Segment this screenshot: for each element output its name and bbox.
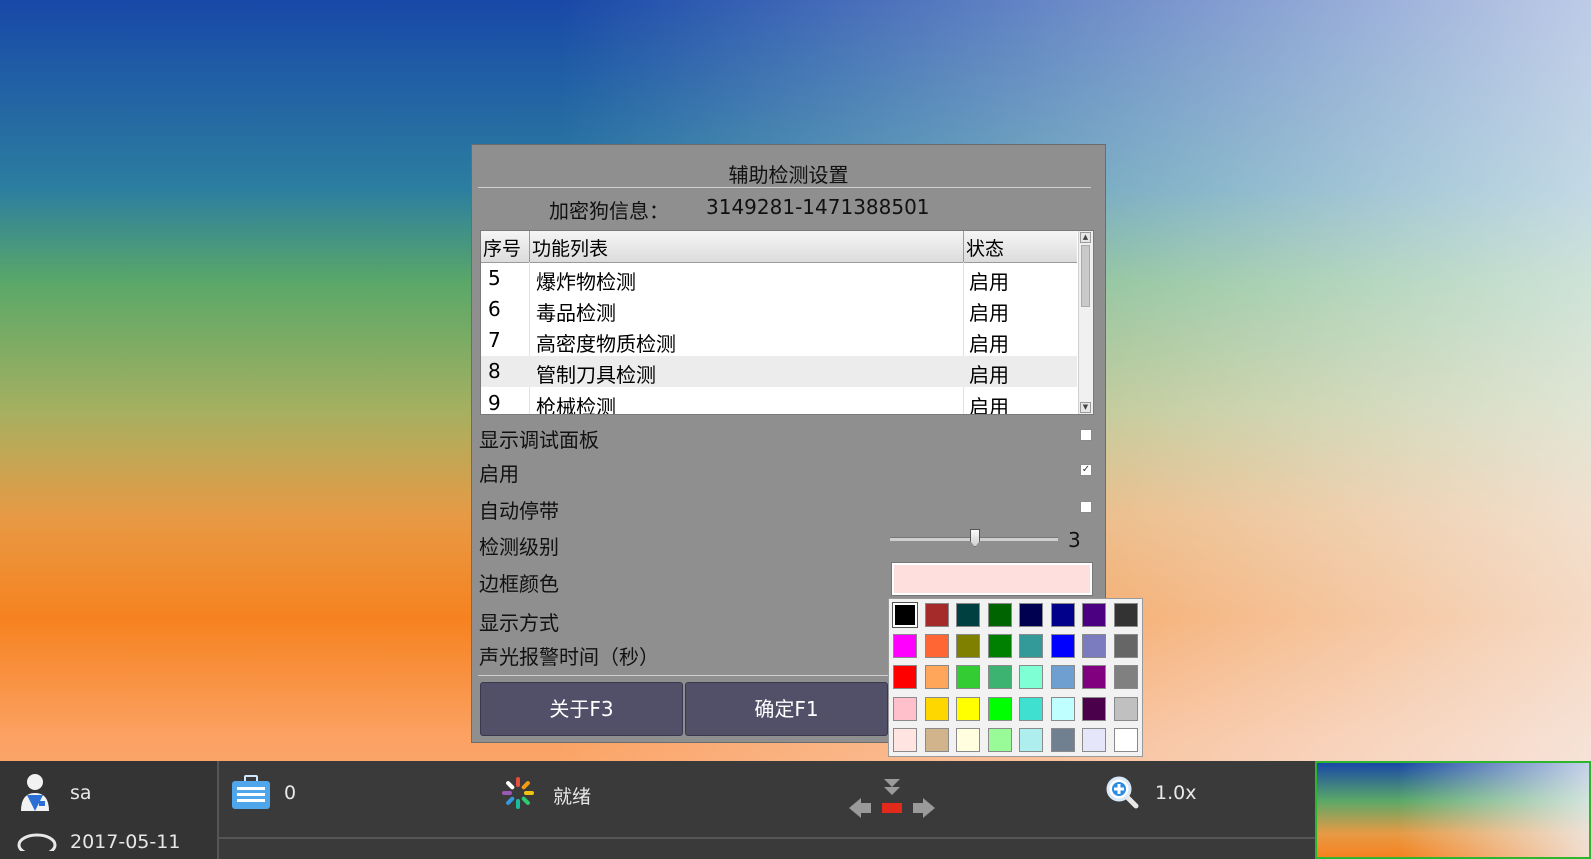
color-swatch[interactable] <box>1019 665 1043 690</box>
color-swatch[interactable] <box>987 727 1012 752</box>
status-taskbar: sa 2017-05-11 0 就绪 1.0x <box>0 761 1591 859</box>
color-swatch[interactable] <box>956 634 980 659</box>
color-swatch[interactable] <box>1050 665 1075 690</box>
zoom-level: 1.0x <box>1155 782 1197 804</box>
user-panel: sa 2017-05-11 <box>0 761 219 859</box>
color-swatch[interactable] <box>892 602 918 628</box>
taskbar-divider <box>219 837 1315 839</box>
color-swatch[interactable] <box>893 727 917 752</box>
scroll-thumb[interactable] <box>1081 245 1090 307</box>
color-swatch[interactable] <box>924 603 949 627</box>
show-debug-panel-checkbox[interactable] <box>1080 429 1092 441</box>
display-mode-label: 显示方式 <box>479 611 559 635</box>
color-swatch[interactable] <box>1113 603 1138 627</box>
color-swatch[interactable] <box>1050 727 1075 752</box>
table-header: 序号 功能列表 状态 <box>481 231 1077 263</box>
header-function[interactable]: 功能列表 <box>532 234 608 261</box>
dongle-label: 加密狗信息： <box>549 199 669 223</box>
loading-spinner-icon <box>502 777 534 809</box>
show-debug-panel-label: 显示调试面板 <box>479 428 599 452</box>
ok-button[interactable]: 确定F1 <box>685 682 888 736</box>
color-swatch[interactable] <box>893 634 917 659</box>
border-color-label: 边框颜色 <box>479 572 559 596</box>
border-color-picker[interactable] <box>892 563 1092 595</box>
username: sa <box>70 782 92 804</box>
color-swatch[interactable] <box>924 665 949 690</box>
auto-stop-belt-checkbox[interactable] <box>1080 501 1092 513</box>
detect-level-label: 检测级别 <box>479 535 559 559</box>
belt-direction-control[interactable] <box>847 775 937 819</box>
color-swatch[interactable] <box>956 665 980 690</box>
color-swatch[interactable] <box>1113 634 1138 659</box>
bag-count: 0 <box>284 782 297 804</box>
status-text: 就绪 <box>553 786 592 808</box>
table-row[interactable]: 6 毒品检测 启用 <box>481 294 1077 325</box>
color-swatch[interactable] <box>987 665 1012 690</box>
color-swatch[interactable] <box>1082 665 1106 690</box>
table-row[interactable]: 8 管制刀具检测 启用 <box>481 356 1077 387</box>
scroll-up-icon[interactable]: ▲ <box>1080 232 1091 243</box>
briefcase-icon[interactable] <box>231 775 271 811</box>
color-swatch[interactable] <box>1082 696 1106 721</box>
color-swatch[interactable] <box>1050 696 1075 721</box>
color-swatch[interactable] <box>924 634 949 659</box>
zoom-icon[interactable] <box>1105 775 1139 809</box>
color-swatch[interactable] <box>956 696 980 721</box>
dongle-value: 3149281-1471388501 <box>706 195 930 219</box>
table-row[interactable]: 9 枪械检测 启用 <box>481 388 1077 414</box>
color-swatch[interactable] <box>1082 727 1106 752</box>
color-swatch[interactable] <box>1019 696 1043 721</box>
color-swatch[interactable] <box>924 696 949 721</box>
color-swatch[interactable] <box>893 665 917 690</box>
color-swatch[interactable] <box>1113 696 1138 721</box>
function-table[interactable]: 序号 功能列表 状态 5 爆炸物检测 启用 6 毒品检测 启用 7 高密度物质检… <box>480 230 1094 415</box>
color-swatch[interactable] <box>956 603 980 627</box>
enable-label: 启用 <box>479 462 519 486</box>
color-swatch[interactable] <box>1019 634 1043 659</box>
alarm-time-label: 声光报警时间（秒） <box>479 645 659 669</box>
header-status[interactable]: 状态 <box>966 234 1004 261</box>
color-swatch[interactable] <box>1050 634 1075 659</box>
title-divider <box>478 187 1091 188</box>
color-swatch[interactable] <box>1113 665 1138 690</box>
color-palette-popup <box>888 598 1143 757</box>
dialog-title: 辅助检测设置 <box>728 163 849 187</box>
detect-level-value: 3 <box>1068 528 1081 552</box>
color-swatch[interactable] <box>893 696 917 721</box>
color-swatch[interactable] <box>1019 603 1043 627</box>
header-no[interactable]: 序号 <box>483 234 521 261</box>
color-swatch[interactable] <box>956 727 980 752</box>
enable-checkbox[interactable]: ✓ <box>1080 464 1092 476</box>
color-swatch[interactable] <box>1019 727 1043 752</box>
image-thumbnail[interactable] <box>1315 761 1591 859</box>
color-swatch[interactable] <box>1082 634 1106 659</box>
color-swatch[interactable] <box>1113 727 1138 752</box>
color-swatch[interactable] <box>987 603 1012 627</box>
clock-icon <box>17 833 57 851</box>
scroll-down-icon[interactable]: ▼ <box>1080 402 1091 413</box>
color-swatch[interactable] <box>924 727 949 752</box>
color-swatch[interactable] <box>987 634 1012 659</box>
table-scrollbar[interactable]: ▲ ▼ <box>1078 231 1093 414</box>
user-icon <box>21 774 49 811</box>
table-row[interactable]: 7 高密度物质检测 启用 <box>481 325 1077 356</box>
color-swatch[interactable] <box>987 696 1012 721</box>
detect-level-slider-thumb[interactable] <box>970 529 980 547</box>
date-display: 2017-05-11 <box>70 831 181 853</box>
table-row[interactable]: 5 爆炸物检测 启用 <box>481 263 1077 294</box>
color-swatch[interactable] <box>1050 603 1075 627</box>
about-button[interactable]: 关于F3 <box>480 682 683 736</box>
auto-stop-belt-label: 自动停带 <box>479 499 559 523</box>
color-swatch[interactable] <box>1082 603 1106 627</box>
